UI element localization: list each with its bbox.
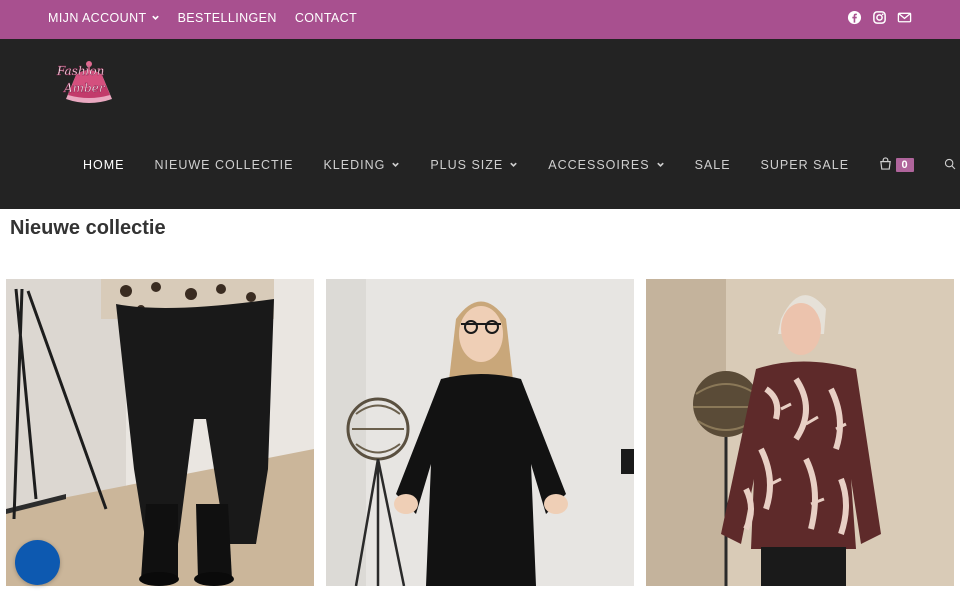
cart-button[interactable]: 0 [864,157,929,173]
nav-item-accessories[interactable]: ACCESSOIRES [533,158,679,172]
chat-bubble-icon[interactable] [15,540,60,585]
top-link-contact[interactable]: CONTACT [295,11,357,25]
nav-item-plus-size[interactable]: PLUS SIZE [415,158,533,172]
top-bar: MIJN ACCOUNT BESTELLINGEN CONTACT [0,0,960,39]
nav-item-new-collection-label: NIEUWE COLLECTIE [154,158,294,172]
top-link-my-account-label: MIJN ACCOUNT [48,11,147,25]
instagram-icon[interactable] [872,10,887,25]
top-link-my-account[interactable]: MIJN ACCOUNT [48,11,160,25]
logo-text-fashion: Fashion [56,64,104,78]
cart-count-badge: 0 [896,158,915,172]
chevron-down-icon [656,158,665,172]
shopping-bag-icon [879,157,892,173]
product-image-black-trousers[interactable] [6,279,314,586]
top-link-contact-label: CONTACT [294,11,358,25]
social-links [847,10,912,25]
page-title: Nieuwe collectie [10,217,166,239]
search-button[interactable] [929,158,960,173]
search-icon [944,158,956,173]
product-card[interactable] [326,279,634,586]
logo-text-amber: Amber [63,81,106,95]
nav-item-home-label: HOME [83,158,125,172]
chevron-down-icon [391,158,400,172]
top-link-orders[interactable]: BESTELLINGEN [178,11,277,25]
top-link-orders-label: BESTELLINGEN [177,11,277,25]
product-card[interactable] [646,279,954,586]
nav-item-clothing-label: KLEDING [323,158,386,172]
site-header: Fashion Amber HOME NIEUWE COLLECTIE KLED… [0,39,960,209]
product-image-leaf-print-blouse[interactable] [646,279,954,586]
nav-item-sale[interactable]: SALE [680,158,746,172]
site-logo[interactable]: Fashion Amber [54,55,124,109]
nav-item-accessories-label: ACCESSOIRES [548,158,650,172]
nav-item-plus-size-label: PLUS SIZE [430,158,504,172]
product-card[interactable] [6,279,314,586]
facebook-icon[interactable] [847,10,862,25]
mail-icon[interactable] [897,10,912,25]
nav-item-sale-label: SALE [694,158,731,172]
nav-item-super-sale[interactable]: SUPER SALE [746,158,865,172]
main-navigation: HOME NIEUWE COLLECTIE KLEDING PLUS SIZE … [68,143,960,187]
nav-item-clothing[interactable]: KLEDING [308,158,415,172]
product-image-black-blouse[interactable] [326,279,634,586]
top-navigation: MIJN ACCOUNT BESTELLINGEN CONTACT [48,0,375,36]
chevron-down-icon [151,11,160,25]
nav-item-super-sale-label: SUPER SALE [760,158,850,172]
nav-item-home[interactable]: HOME [68,158,140,172]
nav-item-new-collection[interactable]: NIEUWE COLLECTIE [140,158,309,172]
chevron-down-icon [509,158,518,172]
